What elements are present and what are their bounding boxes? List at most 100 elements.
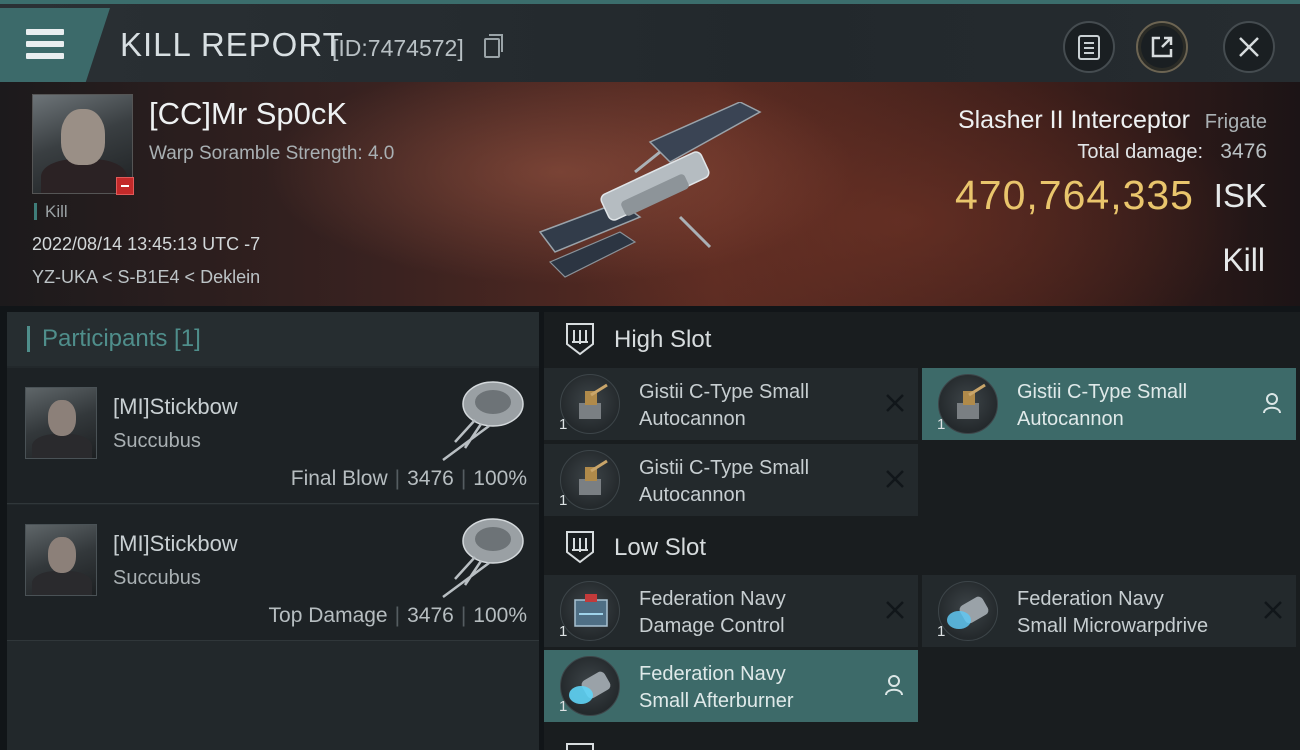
report-details-button[interactable]	[1063, 21, 1115, 73]
title-bar: KILL REPORT [ID:7474572]	[0, 0, 1300, 82]
low-slot-icon	[566, 531, 594, 564]
autocannon-icon	[560, 374, 620, 434]
victim-name[interactable]: [CC]Mr Sp0cK	[149, 96, 347, 132]
dropped-user-icon	[885, 675, 903, 696]
isk-unit: ISK	[1213, 177, 1267, 214]
kill-location[interactable]: YZ-UKA < S-B1E4 < Deklein	[32, 267, 260, 288]
module-name: Federation Navy Damage Control	[639, 586, 869, 640]
destroyed-x-icon	[886, 601, 904, 619]
next-slot-header	[544, 732, 1300, 750]
fitting-panel: High Slot 1 Gistii C-Type Small Autocann…	[544, 312, 1300, 750]
module-quantity: 1	[937, 416, 946, 433]
report-id: [ID:7474572]	[332, 35, 464, 61]
share-button[interactable]	[1136, 21, 1188, 73]
kill-tag: Kill	[34, 203, 68, 220]
isk-value: 470,764,335	[954, 172, 1194, 218]
victim-ship-class: Frigate	[1204, 111, 1267, 133]
destroyed-x-icon	[1264, 601, 1282, 619]
module-name-line1: Gistii C-Type Small	[1017, 381, 1188, 403]
participant-ship: Succubus	[113, 430, 201, 452]
module-name: Federation Navy Small Afterburner	[639, 661, 869, 715]
module-name-line2: Autocannon	[1017, 408, 1124, 430]
participant-name[interactable]: [MI]Stickbow	[113, 531, 238, 557]
microwarpdrive-icon	[938, 581, 998, 641]
high-slot-title: High Slot	[614, 326, 712, 353]
afterburner-icon	[560, 656, 620, 716]
participant-stats: Final Blow | 3476 | 100%	[290, 467, 527, 490]
participant-damage: 3476	[407, 604, 454, 627]
low-slot-header: Low Slot	[544, 520, 1300, 574]
module-name-line1: Gistii C-Type Small	[639, 457, 810, 479]
participants-panel: Participants [1] [MI]Stickbow Succubus F…	[7, 312, 539, 750]
kill-summary-banner: [CC]Mr Sp0cK Warp Soramble Strength: 4.0…	[0, 82, 1300, 306]
module-name: Federation Navy Small Microwarpdrive	[1017, 586, 1247, 640]
module-item[interactable]: 1 Gistii C-Type Small Autocannon	[544, 368, 918, 440]
warp-scramble-strength: Warp Soramble Strength: 4.0	[149, 143, 395, 164]
total-damage-label: Total damage:	[1077, 141, 1203, 163]
module-item[interactable]: 1 Gistii C-Type Small Autocannon	[544, 444, 918, 516]
autocannon-icon	[938, 374, 998, 434]
menu-icon	[26, 29, 64, 35]
module-item[interactable]: 1 Federation Navy Small Microwarpdrive	[922, 575, 1296, 647]
participants-header: Participants [1]	[7, 312, 539, 366]
participant-percent: 100%	[473, 604, 527, 627]
participant-role: Top Damage	[268, 604, 388, 627]
autocannon-icon	[560, 450, 620, 510]
low-slot-title: Low Slot	[614, 534, 707, 561]
participant-percent: 100%	[473, 467, 527, 490]
participant-ship: Succubus	[113, 567, 201, 589]
module-quantity: 1	[559, 416, 568, 433]
module-name-line1: Federation Navy	[639, 663, 786, 685]
participant-portrait[interactable]	[25, 524, 97, 596]
module-name-line2: Autocannon	[639, 408, 746, 430]
kill-datetime: 2022/08/14 13:45:13 UTC -7	[32, 234, 261, 254]
standing-minus-icon	[116, 177, 134, 195]
menu-icon	[26, 53, 64, 59]
participant-stats: Top Damage | 3476 | 100%	[268, 604, 527, 627]
menu-button[interactable]	[0, 8, 110, 82]
destroyed-x-icon	[886, 470, 904, 488]
module-quantity: 1	[559, 698, 568, 715]
participant-damage: 3476	[407, 467, 454, 490]
participant-name[interactable]: [MI]Stickbow	[113, 394, 238, 420]
participants-title: Participants [1]	[27, 326, 201, 352]
share-icon	[1151, 36, 1173, 58]
page-title: KILL REPORT	[120, 26, 344, 63]
destroyed-x-icon	[886, 394, 904, 412]
participant-ship-image[interactable]	[435, 372, 527, 464]
module-name-line2: Small Afterburner	[639, 690, 794, 712]
module-name: Gistii C-Type Small Autocannon	[639, 379, 869, 433]
menu-icon	[26, 41, 64, 47]
module-quantity: 1	[937, 623, 946, 640]
kill-type: Kill	[1222, 242, 1265, 278]
module-item[interactable]: 1 Federation Navy Damage Control	[544, 575, 918, 647]
participant-card[interactable]: [MI]Stickbow Succubus Top Damage | 3476 | 10…	[7, 505, 539, 641]
participant-ship-image[interactable]	[435, 509, 527, 601]
participant-card[interactable]: [MI]Stickbow Succubus Final Blow | 3476 | 10…	[7, 368, 539, 504]
high-slot-header: High Slot	[544, 312, 1300, 366]
damage-control-icon	[560, 581, 620, 641]
participant-role: Final Blow	[290, 467, 388, 490]
module-name-line1: Gistii C-Type Small	[639, 381, 810, 403]
module-name-line1: Federation Navy	[639, 588, 786, 610]
close-icon	[1239, 37, 1259, 57]
module-item[interactable]: 1 Gistii C-Type Small Autocannon	[922, 368, 1296, 440]
module-name: Gistii C-Type Small Autocannon	[1017, 379, 1247, 433]
module-quantity: 1	[559, 492, 568, 509]
module-name: Gistii C-Type Small Autocannon	[639, 455, 869, 509]
module-name-line2: Small Microwarpdrive	[1017, 615, 1209, 637]
copy-icon[interactable]	[484, 34, 503, 58]
high-slot-icon	[566, 323, 594, 356]
participant-portrait[interactable]	[25, 387, 97, 459]
clipboard-icon	[1078, 35, 1100, 60]
victim-ship-name[interactable]: Slasher II Interceptor	[958, 106, 1190, 135]
module-name-line2: Damage Control	[639, 615, 785, 637]
close-button[interactable]	[1223, 21, 1275, 73]
victim-ship-image[interactable]	[530, 102, 770, 282]
module-quantity: 1	[559, 623, 568, 640]
module-name-line2: Autocannon	[639, 484, 746, 506]
slot-icon	[566, 743, 594, 750]
module-item[interactable]: 1 Federation Navy Small Afterburner	[544, 650, 918, 722]
total-damage-value: 3476	[1220, 140, 1267, 163]
module-name-line1: Federation Navy	[1017, 588, 1164, 610]
